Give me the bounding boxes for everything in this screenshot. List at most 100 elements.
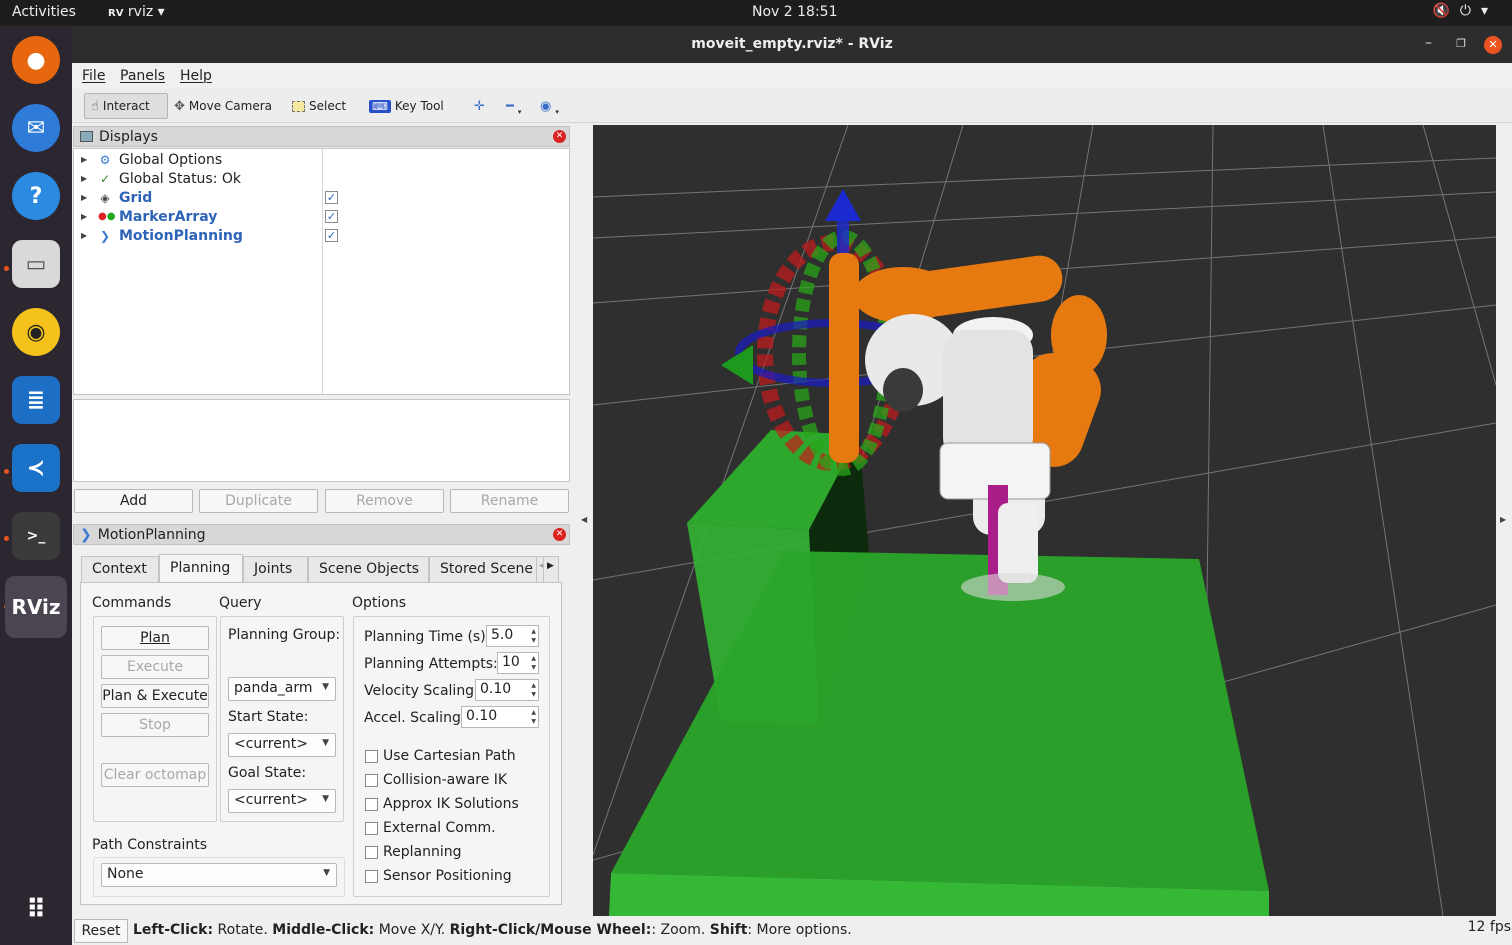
plan-and-execute-button[interactable]: Plan & Execute bbox=[101, 684, 209, 708]
volume-muted-icon: 🔇 bbox=[1432, 3, 1460, 19]
tab-scroll-right-icon[interactable]: ▶ bbox=[543, 556, 559, 583]
close-icon[interactable]: ✕ bbox=[553, 130, 566, 143]
velocity-scaling-input[interactable]: 0.10 ▲ ▼ bbox=[475, 679, 539, 701]
replanning-checkbox[interactable] bbox=[365, 846, 378, 859]
clear-octomap-button[interactable]: Clear octomap bbox=[101, 763, 209, 787]
display-row-global-options[interactable]: ▶ ⚙ Global Options bbox=[74, 150, 569, 169]
expand-arrow-icon[interactable]: ▶ bbox=[81, 174, 87, 183]
tab-scene-objects[interactable]: Scene Objects bbox=[308, 556, 429, 583]
start-state-select[interactable]: <current> ▼ bbox=[228, 733, 336, 757]
files-icon[interactable]: ▭ bbox=[12, 240, 60, 288]
displays-tree: ▶ ⚙ Global Options ▶ ✓ Global Status: Ok… bbox=[73, 148, 570, 395]
minimize-icon[interactable]: – bbox=[1425, 35, 1432, 51]
splitter-right-arrow-icon[interactable]: ▶ bbox=[1500, 515, 1506, 524]
app-menu[interactable]: RV rviz ▾ bbox=[108, 4, 165, 20]
tab-planning[interactable]: Planning bbox=[159, 554, 243, 583]
cartesian-path-checkbox[interactable] bbox=[365, 750, 378, 763]
reset-button[interactable]: Reset bbox=[74, 919, 128, 943]
duplicate-button[interactable]: Duplicate bbox=[199, 489, 318, 513]
spinner-arrows-icon[interactable]: ▲ ▼ bbox=[531, 627, 536, 645]
options-title: Options bbox=[352, 595, 407, 611]
chevron-down-icon: ▼ bbox=[323, 868, 330, 878]
rename-button[interactable]: Rename bbox=[450, 489, 569, 513]
power-icon: ⏻ bbox=[1459, 3, 1481, 19]
fps-counter: 12 fps bbox=[1467, 919, 1511, 935]
commands-title: Commands bbox=[92, 595, 172, 611]
rviz-icon[interactable]: RViz bbox=[5, 576, 67, 638]
motion-planning-title: MotionPlanning bbox=[97, 526, 206, 543]
path-constraints-select[interactable]: None ▼ bbox=[101, 863, 337, 887]
add-button[interactable]: Add bbox=[74, 489, 193, 513]
collision-aware-ik-checkbox[interactable] bbox=[365, 774, 378, 787]
planning-time-value: 5.0 bbox=[491, 627, 514, 643]
accel-scaling-input[interactable]: 0.10 ▲ ▼ bbox=[461, 706, 539, 728]
writer-icon[interactable]: ≣ bbox=[12, 376, 60, 424]
expand-arrow-icon[interactable]: ▶ bbox=[81, 231, 87, 240]
menu-help[interactable]: Help bbox=[180, 68, 212, 84]
execute-button[interactable]: Execute bbox=[101, 655, 209, 679]
stop-button[interactable]: Stop bbox=[101, 713, 209, 737]
splitter-left-arrow-icon[interactable]: ◀ bbox=[581, 515, 587, 524]
planning-group-select[interactable]: panda_arm ▼ bbox=[228, 677, 336, 701]
close-icon[interactable]: ✕ bbox=[553, 528, 566, 541]
interact-tool-button[interactable]: ☝ Interact bbox=[84, 93, 168, 119]
key-tool-button[interactable]: ⌨ Key Tool bbox=[363, 93, 450, 119]
display-enabled-checkbox[interactable]: ✓ bbox=[325, 191, 338, 204]
menu-file[interactable]: File bbox=[82, 68, 105, 84]
thunderbird-icon[interactable]: ✉ bbox=[12, 104, 60, 152]
rhythmbox-icon[interactable]: ◉ bbox=[12, 308, 60, 356]
external-comm-checkbox[interactable] bbox=[365, 822, 378, 835]
spinner-arrows-icon[interactable]: ▲ ▼ bbox=[531, 681, 536, 699]
system-tray[interactable]: 🔇⏻▾ bbox=[1432, 3, 1498, 19]
clock[interactable]: Nov 2 18:51 bbox=[752, 4, 837, 20]
spinner-arrows-icon[interactable]: ▲ ▼ bbox=[531, 654, 536, 672]
planning-time-input[interactable]: 5.0 ▲ ▼ bbox=[486, 625, 539, 647]
hint-key: Left-Click: bbox=[133, 922, 214, 938]
select-tool-button[interactable]: Select bbox=[286, 93, 352, 119]
display-enabled-checkbox[interactable]: ✓ bbox=[325, 229, 338, 242]
motion-planning-panel-header: ❯ MotionPlanning ✕ bbox=[73, 524, 570, 545]
display-row-grid[interactable]: ▶ ◈ Grid ✓ bbox=[74, 188, 569, 207]
3d-viewport[interactable] bbox=[593, 125, 1496, 916]
displays-panel-header: Displays ✕ bbox=[73, 126, 570, 147]
display-row-markerarray[interactable]: ▶ ●● MarkerArray ✓ bbox=[74, 207, 569, 226]
firefox-icon[interactable]: ● bbox=[12, 36, 60, 84]
sensor-positioning-checkbox[interactable] bbox=[365, 870, 378, 883]
terminal-icon[interactable]: >_ bbox=[12, 512, 60, 560]
plan-button[interactable]: Plan bbox=[101, 626, 209, 650]
app-grid-icon[interactable]: ⠿ bbox=[12, 886, 60, 934]
running-indicator bbox=[4, 536, 9, 541]
move-camera-tool-button[interactable]: ✥ Move Camera bbox=[168, 93, 278, 119]
help-icon[interactable]: ? bbox=[12, 172, 60, 220]
display-row-global-status[interactable]: ▶ ✓ Global Status: Ok bbox=[74, 169, 569, 188]
activities-button[interactable]: Activities bbox=[12, 4, 76, 20]
menu-panels[interactable]: Panels bbox=[120, 68, 165, 84]
path-constraints-value: None bbox=[107, 866, 144, 882]
view-tool-button[interactable]: ◉ ▾ bbox=[534, 93, 565, 119]
tab-context[interactable]: Context bbox=[81, 556, 159, 583]
velocity-scaling-value: 0.10 bbox=[480, 681, 512, 697]
planning-attempts-input[interactable]: 10 ▲ ▼ bbox=[497, 652, 539, 674]
replanning-label: Replanning bbox=[383, 844, 462, 860]
chevron-down-icon: ▾ bbox=[517, 108, 522, 116]
approx-ik-checkbox[interactable] bbox=[365, 798, 378, 811]
add-tool-button[interactable]: ✛ bbox=[468, 93, 491, 119]
spinner-arrows-icon[interactable]: ▲ ▼ bbox=[531, 708, 536, 726]
maximize-icon[interactable]: ❐ bbox=[1456, 37, 1466, 50]
display-row-motionplanning[interactable]: ▶ ❯ MotionPlanning ✓ bbox=[74, 226, 569, 245]
expand-arrow-icon[interactable]: ▶ bbox=[81, 193, 87, 202]
display-enabled-checkbox[interactable]: ✓ bbox=[325, 210, 338, 223]
accel-scaling-value: 0.10 bbox=[466, 708, 498, 724]
hint-text: : More options. bbox=[747, 922, 852, 938]
approx-ik-label: Approx IK Solutions bbox=[383, 796, 519, 812]
expand-arrow-icon[interactable]: ▶ bbox=[81, 155, 87, 164]
remove-button[interactable]: Remove bbox=[325, 489, 444, 513]
goal-state-select[interactable]: <current> ▼ bbox=[228, 789, 336, 813]
planning-attempts-value: 10 bbox=[502, 654, 520, 670]
close-icon[interactable]: ✕ bbox=[1484, 36, 1502, 54]
expand-arrow-icon[interactable]: ▶ bbox=[81, 212, 87, 221]
tab-stored-scene[interactable]: Stored Scene bbox=[429, 556, 537, 583]
tab-joints[interactable]: Joints bbox=[243, 556, 308, 583]
remove-tool-button[interactable]: ━ ▾ bbox=[500, 93, 527, 119]
vscode-icon[interactable]: ≺ bbox=[12, 444, 60, 492]
